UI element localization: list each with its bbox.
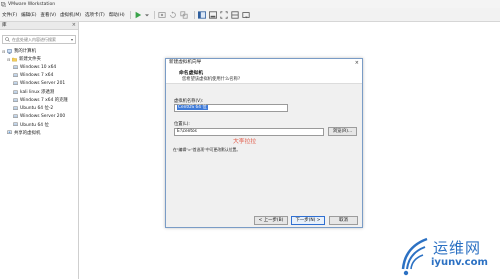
vm-icon <box>13 73 18 78</box>
collapse-icon[interactable]: ⊟ <box>7 57 11 62</box>
tree-item-vm[interactable]: Windows Server 200 <box>0 113 78 121</box>
vm-icon <box>13 90 18 94</box>
location-field[interactable]: E:\centos <box>174 128 324 136</box>
menu-bar: 文件(F) 编辑(E) 查看(V) 虚拟机(M) 选项卡(T) 帮助(H) <box>0 8 500 22</box>
tree-item-label: Windows Server 200 <box>20 114 66 120</box>
tree-item-vm[interactable]: Windows 7 x64 的克隆 <box>0 96 78 104</box>
vm-icon <box>13 65 18 69</box>
search-icon <box>5 37 10 42</box>
window-title: VMware Workstation <box>8 1 56 7</box>
toolbar-separator <box>193 10 195 19</box>
vm-icon <box>13 106 18 110</box>
library-title: 库 <box>2 23 7 28</box>
library-header: 库 × <box>0 22 78 30</box>
tree-item-vm[interactable]: kali linux 渗透测 <box>0 88 78 96</box>
fullscreen-icon[interactable] <box>220 10 228 19</box>
menu-vm[interactable]: 虚拟机(M) <box>58 12 83 18</box>
back-button[interactable]: < 上一步(B) <box>254 216 288 225</box>
cancel-button[interactable]: 取消 <box>329 216 358 225</box>
vm-name-field[interactable]: CentOS 64 位 <box>174 104 288 112</box>
wifi-logo-icon <box>401 237 428 276</box>
menu-tabs[interactable]: 选项卡(T) <box>83 12 107 18</box>
tree-item-label: kali linux 渗透测 <box>20 90 55 96</box>
dialog-title-bar: 新建虚拟机向导 × <box>166 59 362 67</box>
menu-view[interactable]: 查看(V) <box>38 12 58 18</box>
tree-item-vm[interactable]: Windows 10 x64 <box>0 63 78 71</box>
tree-item-label: 我的计算机 <box>14 49 36 55</box>
dropdown-icon[interactable] <box>144 11 149 19</box>
location-hint: 在"编辑">"首选项"中可更改默认位置。 <box>173 147 241 152</box>
tree-item-label: Ubuntu 64 位-2 <box>20 106 54 112</box>
library-search[interactable]: ▾ <box>2 35 76 44</box>
close-icon[interactable]: × <box>355 59 359 67</box>
collapse-icon[interactable]: ⊟ <box>2 49 6 54</box>
play-icon[interactable] <box>134 11 142 19</box>
computer-icon <box>7 48 12 54</box>
title-bar: VMware Workstation <box>0 0 500 8</box>
vm-name-value: CentOS 64 位 <box>177 105 208 110</box>
search-input[interactable] <box>12 37 67 42</box>
brand-name: 运维网 <box>433 239 482 257</box>
tree-item-shared-vms[interactable]: 共享的虚拟机 <box>0 129 78 137</box>
vm-icon <box>13 81 18 86</box>
manage-snapshots-icon[interactable] <box>180 10 188 19</box>
menu-help[interactable]: 帮助(H) <box>107 12 127 18</box>
dialog-heading: 命名虚拟机 <box>179 71 203 76</box>
view-icon[interactable] <box>242 11 250 19</box>
dialog-title: 新建虚拟机向导 <box>169 60 202 65</box>
tree-item-label: Windows 7 x64 <box>20 73 54 79</box>
thumbnail-icon[interactable] <box>208 10 217 19</box>
close-icon[interactable]: × <box>72 22 76 29</box>
overlay-annotation: 大李拉拉 <box>233 139 257 145</box>
menu-file[interactable]: 文件(F) <box>0 12 19 18</box>
tree-item-my-computer[interactable]: ⊟ 我的计算机 <box>0 47 78 55</box>
dialog-subheading: 您希望该虚拟机使用什么名称? <box>182 77 241 82</box>
tree-item-label: 新建文件夹 <box>19 57 41 63</box>
toolbar-separator <box>129 10 131 19</box>
tree-item-vm[interactable]: Ubuntu 64 位-2 <box>0 104 78 112</box>
folder-icon <box>12 57 17 62</box>
location-value: E:\centos <box>177 129 197 134</box>
tree-item-label: Windows Server 201 <box>20 81 66 87</box>
dialog-header: 命名虚拟机 您希望该虚拟机使用什么名称? <box>166 67 362 84</box>
tree-item-label: Ubuntu 64 位 <box>20 122 49 128</box>
tree-item-vm[interactable]: Windows Server 201 <box>0 80 78 88</box>
brand-url: iyunv.com <box>431 257 488 268</box>
tree-item-vm[interactable]: Ubuntu 64 位 <box>0 121 78 129</box>
tree-item-folder[interactable]: ⊟ 新建文件夹 <box>0 55 78 63</box>
tree-item-label: Windows 7 x64 的克隆 <box>20 98 68 104</box>
revert-snapshot-icon[interactable] <box>169 10 177 19</box>
menu-edit[interactable]: 编辑(E) <box>19 12 38 18</box>
location-label: 位置(L): <box>174 122 190 127</box>
browse-button[interactable]: 浏览(R)... <box>328 127 357 136</box>
unity-icon[interactable] <box>231 10 239 19</box>
vmware-logo-icon <box>1 1 6 7</box>
vm-icon <box>13 98 18 102</box>
tree-item-vm[interactable]: Windows 7 x64 <box>0 72 78 80</box>
shared-vm-icon <box>7 130 12 135</box>
tree-item-label: Windows 10 x64 <box>20 64 57 70</box>
toolbar-separator <box>153 10 155 19</box>
brand-logo: 运维网 iyunv.com <box>397 233 500 279</box>
tree-item-label: 共享的虚拟机 <box>14 130 41 136</box>
snapshot-icon[interactable] <box>158 11 166 19</box>
next-button[interactable]: 下一步(N) > <box>291 216 325 225</box>
vm-icon <box>13 114 18 119</box>
vm-tree: ⊟ 我的计算机 ⊟ 新建文件夹 Windows 10 x64 Windows 7… <box>0 47 78 137</box>
library-sidebar: 库 × ▾ ⊟ 我的计算机 ⊟ 新建文件夹 Windows 10 x64 Win… <box>0 22 79 279</box>
new-vm-wizard-dialog: 新建虚拟机向导 × 命名虚拟机 您希望该虚拟机使用什么名称? 虚拟机名称(V):… <box>165 58 363 228</box>
vm-icon <box>13 122 18 127</box>
chevron-down-icon[interactable]: ▾ <box>71 37 73 42</box>
sidebar-toggle-icon[interactable] <box>197 10 206 19</box>
